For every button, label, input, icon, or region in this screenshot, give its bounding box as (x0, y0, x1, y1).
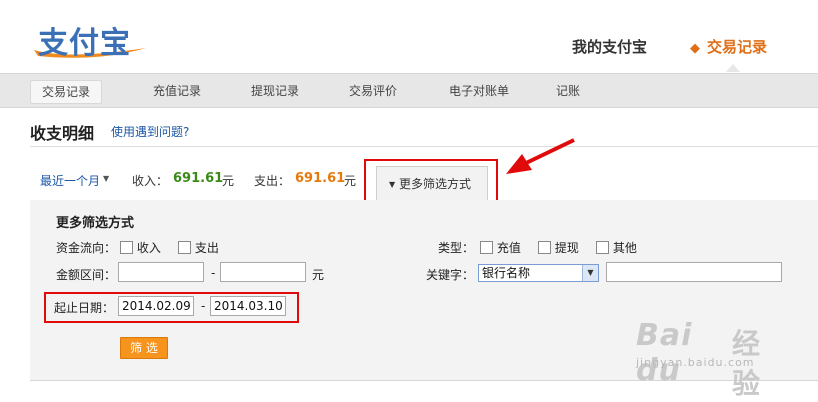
income-label: 收入： (132, 174, 169, 188)
income-checkbox[interactable] (120, 241, 133, 254)
diamond-icon: ◆ (690, 41, 700, 56)
keyword-label: 关键字： (426, 268, 475, 282)
filter-submit-button[interactable]: 筛 选 (120, 337, 168, 359)
type-recharge-label: 充值 (496, 241, 521, 255)
income-value: 691.61 (173, 171, 224, 186)
withdraw-checkbox[interactable] (538, 241, 551, 254)
annotation-date-highlight-box (44, 292, 299, 323)
logo-text: 支付宝 (38, 26, 131, 61)
type-other-label: 其他 (612, 241, 637, 255)
flow-expense-label: 支出 (194, 241, 219, 255)
keyword-type-value: 银行名称 (482, 266, 531, 280)
chevron-down-icon[interactable]: ▼ (582, 265, 598, 281)
subnav-e-statement[interactable]: 电子对账单 (440, 80, 518, 102)
other-checkbox[interactable] (596, 241, 609, 254)
caret-down-icon[interactable]: ▼ (103, 174, 109, 183)
type-label: 类型： (438, 241, 475, 255)
type-withdraw-option[interactable]: 提现 (538, 239, 579, 256)
nav-trade-records[interactable]: ◆ 交易记录 (690, 36, 767, 57)
subnav-recharge-records[interactable]: 充值记录 (142, 80, 212, 102)
amount-min-input[interactable] (118, 262, 204, 282)
recharge-checkbox[interactable] (480, 241, 493, 254)
type-withdraw-label: 提现 (554, 241, 579, 255)
subnav-bookkeeping[interactable]: 记账 (550, 80, 586, 102)
nav-my-alipay[interactable]: 我的支付宝 (572, 36, 647, 57)
page-title: 收支明细 (30, 124, 95, 143)
type-other-option[interactable]: 其他 (596, 239, 637, 256)
subnav-withdraw-records[interactable]: 提现记录 (240, 80, 310, 102)
expense-label: 支出： (254, 174, 291, 188)
divider (30, 146, 818, 147)
income-unit: 元 (222, 174, 235, 188)
amount-label: 金额区间： (56, 268, 117, 282)
flow-expense-option[interactable]: 支出 (178, 239, 219, 256)
keyword-input[interactable] (606, 262, 782, 282)
expense-checkbox[interactable] (178, 241, 191, 254)
flow-income-label: 收入 (136, 241, 161, 255)
help-link[interactable]: 使用遇到问题? (111, 123, 189, 140)
watermark-brand: Bai du (636, 318, 693, 388)
flow-label: 资金流向： (56, 241, 117, 255)
watermark-url: jingyan.baidu.com (636, 356, 755, 369)
annotation-arrow-icon (506, 138, 575, 174)
amount-max-input[interactable] (220, 262, 306, 282)
alipay-logo[interactable]: 支付宝 (28, 12, 150, 62)
amount-unit: 元 (312, 268, 325, 282)
date-range-dropdown[interactable]: 最近一个月 (40, 172, 100, 189)
expense-value: 691.61 (295, 171, 346, 186)
active-nav-pointer (726, 64, 740, 72)
nav-trade-label: 交易记录 (707, 38, 768, 56)
subnav-trade-reviews[interactable]: 交易评价 (338, 80, 408, 102)
filter-panel-title: 更多筛选方式 (56, 216, 135, 231)
flow-income-option[interactable]: 收入 (120, 239, 161, 256)
sub-navigation: 交易记录 充值记录 提现记录 交易评价 电子对账单 记账 (0, 73, 818, 108)
subnav-trade-records[interactable]: 交易记录 (30, 80, 102, 104)
keyword-type-select[interactable]: 银行名称 ▼ (478, 264, 599, 282)
type-recharge-option[interactable]: 充值 (480, 239, 521, 256)
expense-unit: 元 (344, 174, 357, 188)
amount-separator: - (211, 266, 216, 280)
